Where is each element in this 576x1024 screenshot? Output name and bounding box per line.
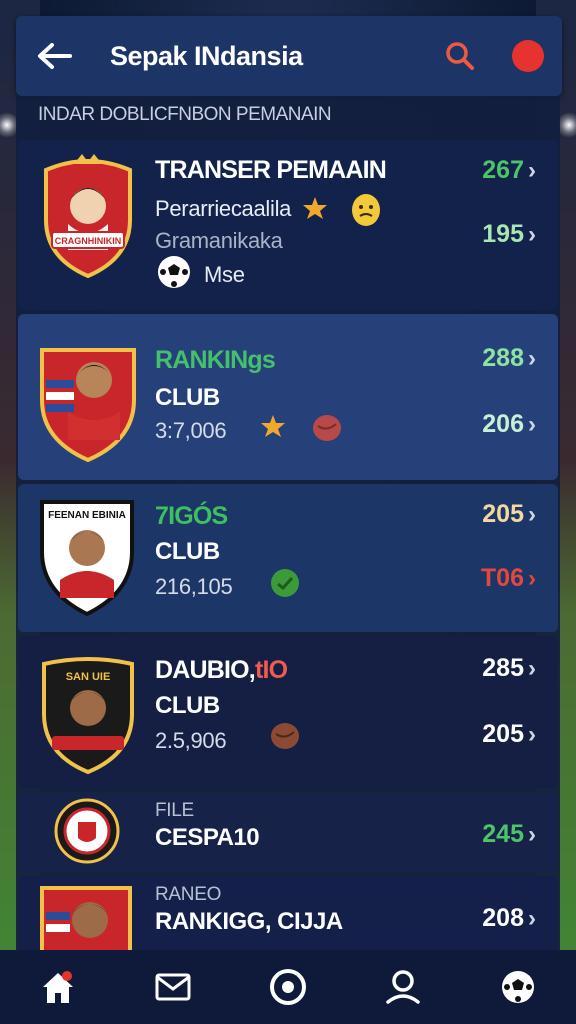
chevron-right-icon: › — [528, 220, 536, 248]
star-icon — [260, 414, 286, 443]
card-subtitle: CLUB — [155, 384, 220, 411]
chevron-right-icon: › — [528, 156, 536, 184]
check-ball-icon — [270, 568, 300, 603]
player-card[interactable]: RANEO RANKIGG, CIJJA 208 › — [18, 876, 558, 956]
section-title: INDAR DOBLICFNBON PEMANAIN — [38, 104, 332, 125]
stat-top: 245 › — [482, 820, 536, 848]
mail-icon — [155, 973, 191, 1001]
soccer-ball-icon — [156, 254, 192, 295]
card-label: FILE — [155, 800, 194, 821]
search-icon — [446, 42, 474, 70]
stat-top: 208 › — [482, 904, 536, 932]
app-title: Sepak INdansia — [110, 40, 303, 71]
star-icon — [302, 196, 328, 225]
chevron-right-icon: › — [528, 564, 536, 592]
club-badge: FEENAN EBINIA — [38, 496, 136, 616]
ball-icon — [502, 971, 535, 1003]
back-button[interactable] — [34, 36, 74, 76]
player-card[interactable]: FEENAN EBINIA 7IGÓS CLUB 216,105 205 › T0… — [18, 484, 558, 632]
target-icon — [269, 969, 306, 1005]
search-button[interactable] — [442, 38, 478, 74]
card-detail: Gramanikaka — [155, 228, 283, 253]
chevron-right-icon: › — [528, 820, 536, 848]
svg-text:FEENAN EBINIA: FEENAN EBINIA — [48, 510, 126, 521]
chevron-right-icon: › — [528, 500, 536, 528]
card-title: DAUBIO,tIO — [155, 656, 288, 684]
nav-ball[interactable] — [490, 959, 546, 1015]
club-badge: CRAGNHINIKIN — [38, 150, 138, 278]
notification-dot — [61, 971, 72, 981]
stat-bottom: T06 › — [480, 564, 536, 592]
card-subtitle: CLUB — [155, 692, 220, 719]
card-title: TRANSER PEMAAIN — [155, 156, 387, 184]
arrow-left-icon — [38, 43, 72, 69]
chevron-right-icon: › — [528, 344, 536, 372]
chevron-right-icon: › — [528, 720, 536, 748]
player-card[interactable]: FILE CESPA10 245 › — [18, 792, 558, 872]
club-badge — [38, 340, 138, 462]
stat-top: 288 › — [482, 344, 536, 372]
card-detail: 216,105 — [155, 574, 233, 599]
bottom-nav — [0, 950, 576, 1024]
nav-profile[interactable] — [375, 959, 431, 1015]
svg-text:SAN UIE: SAN UIE — [66, 671, 111, 683]
card-title: RANKINgs — [155, 346, 276, 374]
card-subtitle: Perarriecaalila — [155, 196, 292, 221]
card-detail: 3:7,006 — [155, 418, 227, 443]
chevron-right-icon: › — [528, 904, 536, 932]
stat-top: 285 › — [482, 654, 536, 682]
card-title: 7IGÓS — [155, 502, 228, 530]
stat-top: 205 › — [482, 500, 536, 528]
svg-text:CRAGNHINIKIN: CRAGNHINIKIN — [55, 236, 122, 246]
stat-bottom: 195 › — [482, 220, 536, 248]
card-label: RANEO — [155, 884, 222, 905]
chevron-right-icon: › — [528, 410, 536, 438]
stat-bottom: 206 › — [482, 410, 536, 438]
player-card[interactable]: RANKINgs CLUB 3:7,006 288 › 206 › — [18, 314, 558, 480]
stat-top: 267 › — [482, 156, 536, 184]
emoji-icon — [350, 192, 382, 233]
stat-bottom: 205 › — [482, 720, 536, 748]
nav-target[interactable] — [260, 959, 316, 1015]
card-subtitle: CESPA10 — [155, 824, 260, 851]
card-subtitle: CLUB — [155, 538, 220, 565]
chevron-right-icon: › — [528, 654, 536, 682]
ball-icon — [270, 722, 300, 755]
nav-mail[interactable] — [145, 959, 201, 1015]
profile-icon — [386, 970, 420, 1004]
ball-icon — [312, 414, 342, 447]
profile-avatar-button[interactable] — [512, 40, 544, 72]
card-tag: Mse — [204, 262, 245, 287]
card-detail: 2.5,906 — [155, 728, 227, 753]
club-badge — [54, 798, 120, 864]
player-card[interactable]: SAN UIE DAUBIO,tIO CLUB 2.5,906 285 › 205… — [18, 636, 558, 788]
card-subtitle: RANKIGG, CIJJA — [155, 908, 343, 935]
nav-home[interactable] — [30, 959, 86, 1015]
club-badge: SAN UIE — [38, 654, 138, 774]
player-card[interactable]: CRAGNHINIKIN TRANSER PEMAAIN Perarriecaa… — [18, 140, 558, 310]
club-badge — [38, 882, 134, 956]
app-header: Sepak INdansia — [16, 16, 562, 96]
